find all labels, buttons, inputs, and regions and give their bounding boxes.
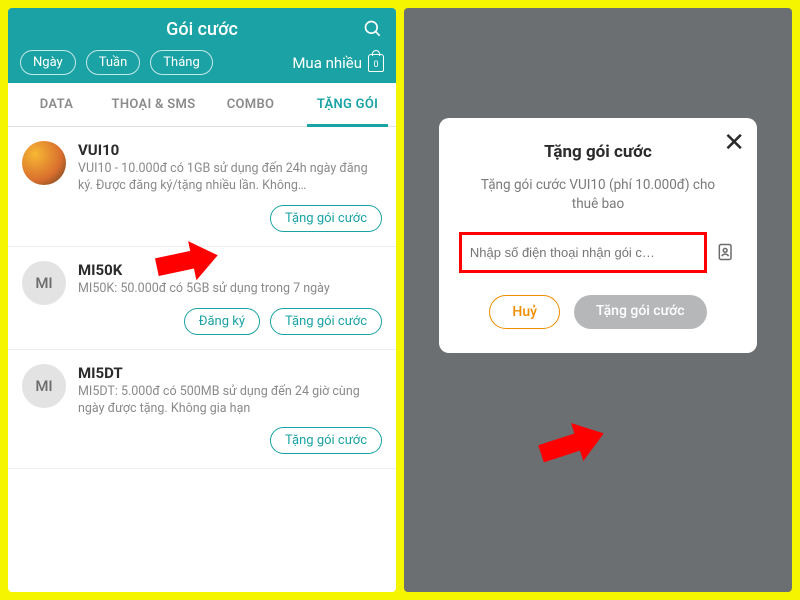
header: Gói cước Ngày Tuần Tháng Mua nhiều 0 — [8, 8, 396, 83]
search-icon[interactable] — [362, 18, 384, 40]
confirm-gift-button[interactable]: Tặng gói cước — [574, 295, 707, 329]
phone-input-highlight — [459, 232, 707, 273]
cancel-button[interactable]: Huỷ — [489, 295, 560, 329]
filter-chip-week[interactable]: Tuần — [86, 50, 141, 75]
gift-modal: ✕ Tặng gói cước Tặng gói cước VUI10 (phí… — [439, 118, 757, 353]
annotation-arrow-icon — [534, 410, 614, 473]
gift-button[interactable]: Tặng gói cước — [270, 308, 382, 335]
modal-title: Tặng gói cước — [459, 142, 737, 162]
bag-icon: 0 — [368, 54, 384, 72]
list-item[interactable]: MI MI50K MI50K: 50.000đ có 5GB sử dụng t… — [8, 247, 396, 350]
tab-gift[interactable]: TẶNG GÓI — [299, 83, 396, 126]
filter-chip-month[interactable]: Tháng — [150, 50, 212, 75]
contacts-icon[interactable] — [715, 241, 737, 263]
gift-modal-screen: ✕ Tặng gói cước Tặng gói cước VUI10 (phí… — [404, 8, 792, 592]
item-title: MI5DT — [78, 364, 382, 382]
page-title: Gói cước — [42, 19, 362, 40]
avatar: MI — [22, 364, 66, 408]
tab-voice-sms[interactable]: THOẠI & SMS — [105, 83, 202, 126]
phone-input[interactable] — [464, 237, 702, 268]
tab-data[interactable]: DATA — [8, 83, 105, 126]
filter-chip-day[interactable]: Ngày — [20, 50, 76, 75]
buy-many-label: Mua nhiều — [292, 54, 362, 72]
item-desc: MI50K: 50.000đ có 5GB sử dụng trong 7 ng… — [78, 281, 382, 298]
avatar: MI — [22, 261, 66, 305]
gift-button[interactable]: Tặng gói cước — [270, 205, 382, 232]
item-title: VUI10 — [78, 141, 382, 159]
package-list-screen: Gói cước Ngày Tuần Tháng Mua nhiều 0 DAT… — [8, 8, 396, 592]
buy-many-button[interactable]: Mua nhiều 0 — [292, 54, 384, 72]
package-list[interactable]: VUI10 VUI10 - 10.000đ có 1GB sử dụng đến… — [8, 127, 396, 592]
item-desc: MI5DT: 5.000đ có 500MB sử dụng đến 24 gi… — [78, 384, 382, 418]
tab-combo[interactable]: COMBO — [202, 83, 299, 126]
close-icon[interactable]: ✕ — [723, 128, 745, 158]
list-item[interactable]: MI MI5DT MI5DT: 5.000đ có 500MB sử dụng … — [8, 350, 396, 470]
modal-subtitle: Tặng gói cước VUI10 (phí 10.000đ) cho th… — [459, 176, 737, 214]
list-item[interactable]: VUI10 VUI10 - 10.000đ có 1GB sử dụng đến… — [8, 127, 396, 247]
item-title: MI50K — [78, 261, 382, 279]
avatar — [22, 141, 66, 185]
item-desc: VUI10 - 10.000đ có 1GB sử dụng đến 24h n… — [78, 161, 382, 195]
tab-bar: DATA THOẠI & SMS COMBO TẶNG GÓI — [8, 83, 396, 127]
register-button[interactable]: Đăng ký — [184, 308, 260, 335]
gift-button[interactable]: Tặng gói cước — [270, 427, 382, 454]
